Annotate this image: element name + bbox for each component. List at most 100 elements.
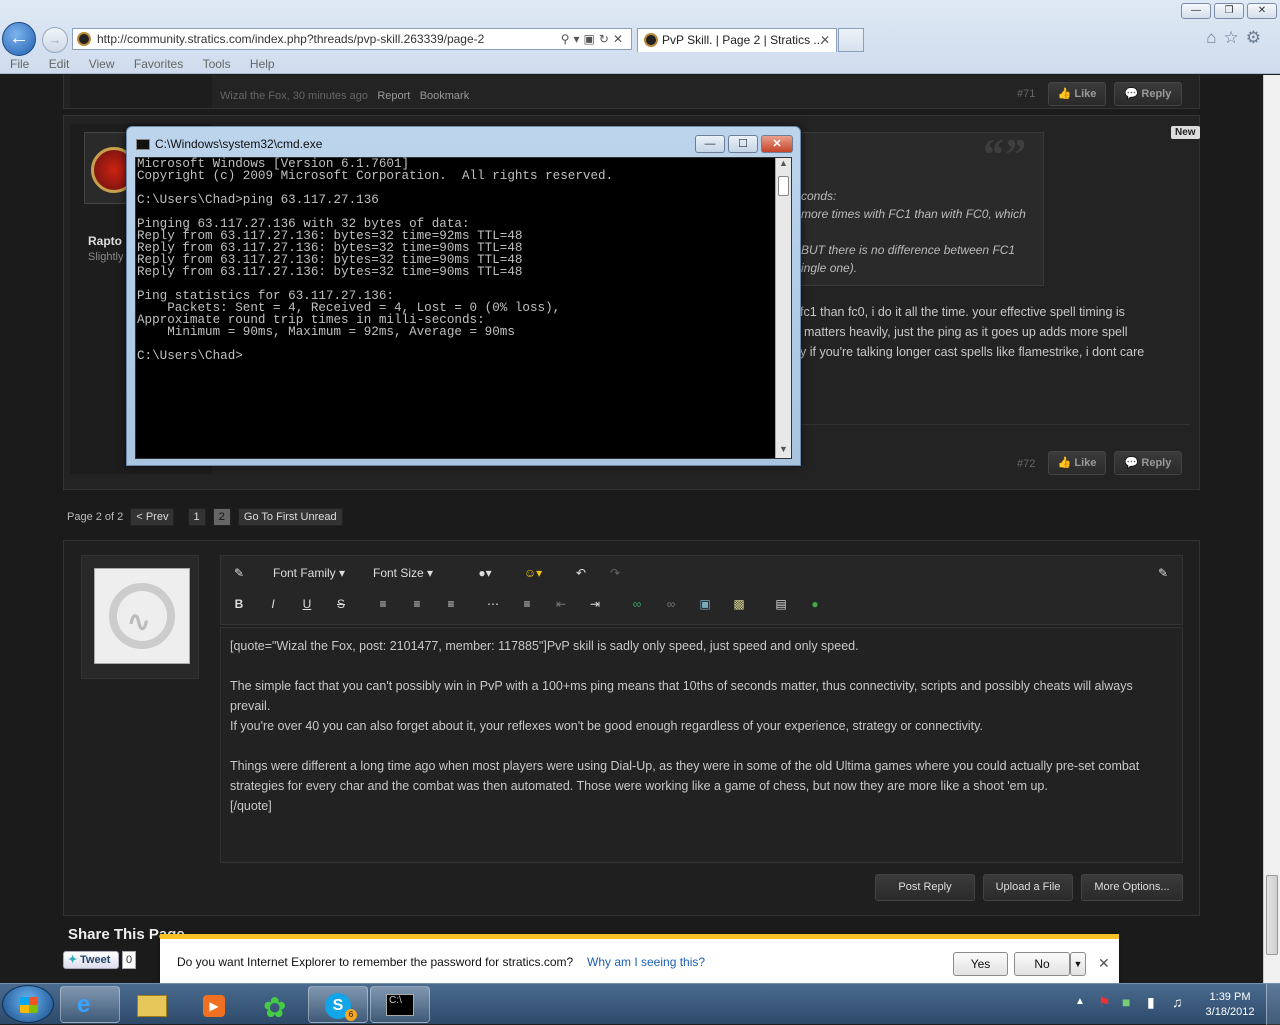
report-link[interactable]: Report — [377, 90, 410, 102]
undo-icon[interactable]: ↶ — [569, 562, 593, 584]
why-link[interactable]: Why am I seeing this? — [587, 955, 705, 969]
show-desktop-button[interactable] — [1266, 984, 1280, 1025]
cmd-window[interactable]: C:\Windows\system32\cmd.exe — ☐ ✕ Micros… — [126, 126, 801, 466]
menu-help[interactable]: Help — [250, 55, 275, 74]
align-center-icon[interactable]: ≡ — [405, 593, 429, 615]
strikethrough-icon[interactable]: S — [329, 593, 353, 615]
back-button[interactable]: ← — [2, 22, 36, 56]
cmd-scroll-thumb[interactable] — [778, 176, 789, 196]
reply-button-72[interactable]: 💬 Reply — [1114, 451, 1182, 475]
show-hidden-icons[interactable]: ▲ — [1075, 996, 1085, 1007]
reply-textarea[interactable]: [quote="Wizal the Fox, post: 2101477, me… — [220, 627, 1183, 863]
scrollbar-thumb[interactable] — [1266, 875, 1278, 955]
textarea-line: [/quote] — [230, 799, 272, 813]
volume-icon[interactable]: ♫ — [1172, 994, 1183, 1010]
windows-taskbar: e ▶ ✿ S 6 C:\ ▲ ⚑ ■ ▮ ♫ 1:39 PM 3/18/201… — [0, 983, 1280, 1025]
tweet-count: 0 — [122, 951, 136, 969]
outdent-icon[interactable]: ⇤ — [549, 593, 573, 615]
avatar[interactable]: ∿ — [94, 568, 190, 664]
font-size-select[interactable]: Font Size ▾ — [365, 561, 457, 585]
reply-button-71[interactable]: 💬 Reply — [1114, 82, 1182, 106]
page-2-button[interactable]: 2 — [212, 508, 231, 526]
more-options-button[interactable]: More Options... — [1081, 874, 1183, 901]
image-icon[interactable]: ▣ — [693, 593, 717, 615]
post-reply-button[interactable]: Post Reply — [875, 874, 975, 901]
no-button[interactable]: No — [1014, 952, 1070, 976]
link-icon[interactable]: ∞ — [625, 593, 649, 615]
upload-file-button[interactable]: Upload a File — [983, 874, 1073, 901]
italic-icon[interactable]: I — [261, 593, 285, 615]
network-icon[interactable]: ▮ — [1147, 994, 1155, 1011]
menu-view[interactable]: View — [89, 55, 115, 74]
action-center-icon[interactable]: ⚑ — [1098, 994, 1111, 1011]
post-author[interactable]: Rapto — [88, 234, 122, 248]
menu-edit[interactable]: Edit — [49, 55, 70, 74]
quote-line: conds: — [801, 189, 837, 203]
cmd-taskbar-button[interactable]: C:\ — [370, 986, 430, 1023]
text-color-icon[interactable]: ●▾ — [467, 562, 503, 584]
maximize-button[interactable]: ❐ — [1214, 3, 1244, 19]
unlink-icon[interactable]: ∞ — [659, 593, 683, 615]
page-scrollbar[interactable] — [1263, 75, 1280, 983]
clock[interactable]: 1:39 PM 3/18/2012 — [1200, 990, 1260, 1020]
close-window-button[interactable]: ✕ — [1247, 3, 1277, 19]
bookmark-link[interactable]: Bookmark — [420, 90, 470, 102]
address-bar[interactable]: http://community.stratics.com/index.php?… — [72, 28, 632, 50]
cmd-maximize-button[interactable]: ☐ — [728, 135, 758, 153]
toggle-editor-icon[interactable]: ✎ — [1151, 562, 1175, 584]
quote-icon[interactable]: ● — [803, 593, 827, 615]
scroll-down-icon[interactable]: ▼ — [776, 444, 791, 458]
post-72-number[interactable]: #72 — [1017, 458, 1035, 470]
tab-active[interactable]: PvP Skill. | Page 2 | Stratics ... ✕ — [637, 28, 837, 52]
cmd-minimize-button[interactable]: — — [695, 135, 725, 153]
post-71-number[interactable]: #71 — [1017, 88, 1035, 100]
indent-icon[interactable]: ⇥ — [583, 593, 607, 615]
first-unread-button[interactable]: Go To First Unread — [237, 508, 343, 526]
align-left-icon[interactable]: ≡ — [371, 593, 395, 615]
menu-favorites[interactable]: Favorites — [134, 55, 183, 74]
smiley-icon[interactable]: ☺▾ — [515, 562, 551, 584]
bullet-list-icon[interactable]: ⋯ — [481, 593, 505, 615]
no-dropdown-icon[interactable]: ▼ — [1070, 952, 1086, 976]
code-icon[interactable]: ▤ — [769, 593, 793, 615]
font-family-select[interactable]: Font Family ▾ — [265, 561, 357, 585]
redo-icon[interactable]: ↷ — [603, 562, 627, 584]
media-player-taskbar-button[interactable]: ▶ — [184, 986, 244, 1023]
yes-button[interactable]: Yes — [953, 952, 1008, 976]
explorer-taskbar-button[interactable] — [122, 986, 182, 1023]
post-71-byline[interactable]: Wizal the Fox, 30 minutes ago — [220, 90, 368, 102]
minimize-button[interactable]: — — [1181, 3, 1211, 19]
speech-bubble-icon: 💬 — [1124, 457, 1142, 469]
remove-format-icon[interactable]: ✎ — [227, 562, 251, 584]
icq-taskbar-button[interactable]: ✿ — [246, 986, 306, 1023]
underline-icon[interactable]: U — [295, 593, 319, 615]
home-icon[interactable]: ⌂ — [1206, 28, 1223, 47]
gear-icon[interactable]: ⚙ — [1246, 28, 1268, 47]
tab-close-icon[interactable]: ✕ — [820, 29, 830, 51]
start-button[interactable] — [2, 985, 54, 1023]
align-right-icon[interactable]: ≡ — [439, 593, 463, 615]
favorites-star-icon[interactable]: ☆ — [1224, 28, 1246, 47]
new-tab-button[interactable] — [838, 28, 864, 52]
address-bar-icons[interactable]: ⚲▾▣↻✕ — [561, 29, 627, 49]
cmd-close-button[interactable]: ✕ — [761, 135, 793, 153]
page-label: Page 2 of 2 — [67, 511, 124, 523]
menu-tools[interactable]: Tools — [203, 55, 231, 74]
tweet-button[interactable]: ✦ Tweet — [63, 951, 119, 969]
like-button-71[interactable]: 👍 Like — [1048, 82, 1106, 106]
media-icon[interactable]: ▩ — [727, 593, 751, 615]
cmd-console[interactable]: Microsoft Windows [Version 6.1.7601] Cop… — [135, 157, 792, 459]
bold-icon[interactable]: B — [227, 593, 251, 615]
skype-taskbar-button[interactable]: S 6 — [308, 986, 368, 1023]
ie-taskbar-button[interactable]: e — [60, 986, 120, 1023]
cmd-scrollbar[interactable]: ▲ ▼ — [775, 158, 791, 458]
forward-button[interactable]: → — [42, 27, 68, 53]
prev-page-button[interactable]: < Prev — [130, 508, 175, 526]
page-1-button[interactable]: 1 — [187, 508, 206, 526]
scroll-up-icon[interactable]: ▲ — [776, 158, 791, 172]
menu-file[interactable]: File — [10, 55, 29, 74]
like-button-72[interactable]: 👍 Like — [1048, 451, 1106, 475]
numbered-list-icon[interactable]: ≡ — [515, 593, 539, 615]
close-notify-icon[interactable]: ✕ — [1098, 955, 1110, 972]
nvidia-icon[interactable]: ■ — [1122, 994, 1130, 1010]
